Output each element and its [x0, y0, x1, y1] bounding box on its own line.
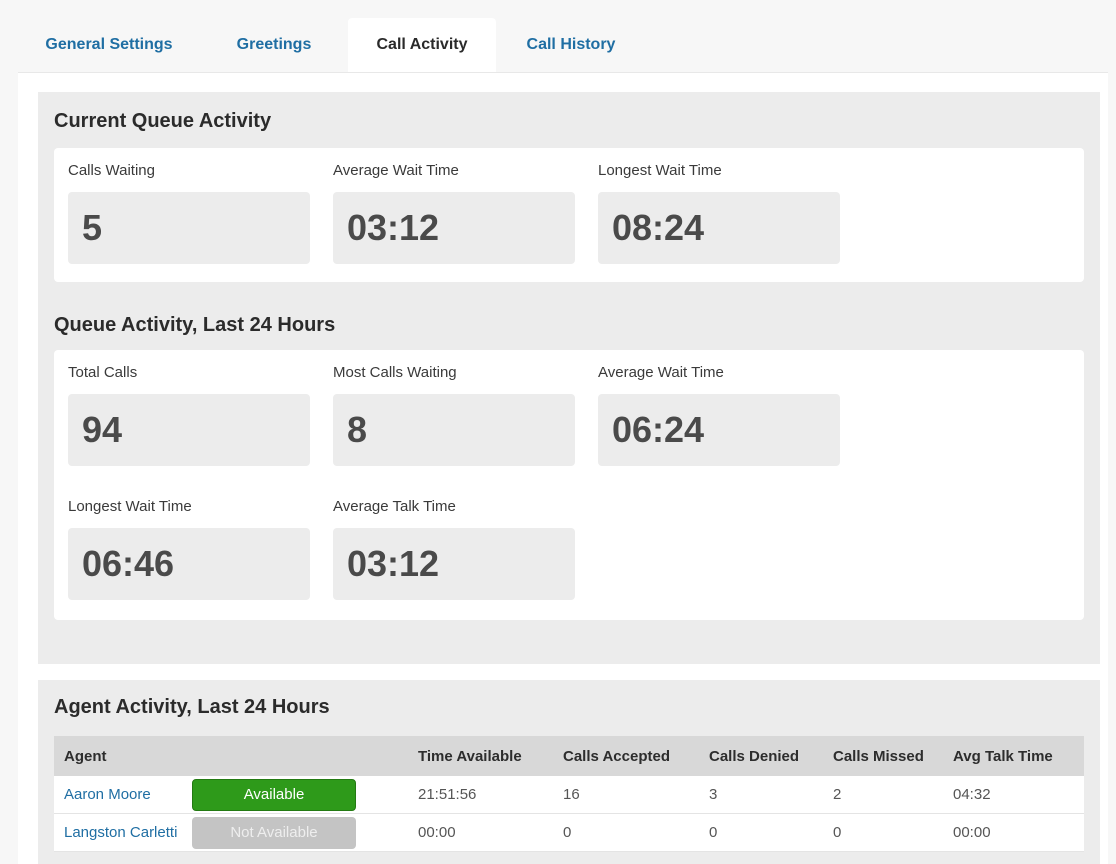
- metric-label: Average Talk Time: [333, 498, 456, 515]
- agent-table: Agent Time Available Calls Accepted Call…: [54, 736, 1084, 852]
- metric-value: 06:46: [68, 528, 310, 600]
- table-row: Aaron Moore Available 21:51:56 16 3 2 04…: [54, 776, 1084, 814]
- avg-talk-time-cell: 04:32: [953, 786, 991, 803]
- status-badge[interactable]: Available: [192, 778, 356, 811]
- time-available-cell: 00:00: [418, 824, 456, 841]
- status-cell: Available: [192, 778, 418, 811]
- metric-label: Longest Wait Time: [68, 498, 192, 515]
- tab-general-settings[interactable]: General Settings: [18, 18, 200, 72]
- current-queue-card: Calls Waiting 5 Average Wait Time 03:12 …: [54, 148, 1084, 282]
- status-cell: Not Available: [192, 816, 418, 849]
- metric-value: 06:24: [598, 394, 840, 466]
- metric-value: 5: [68, 192, 310, 264]
- metric-value: 8: [333, 394, 575, 466]
- calls-missed-cell: 2: [833, 786, 842, 803]
- header-calls-denied: Calls Denied: [709, 747, 800, 765]
- metric-label: Calls Waiting: [68, 162, 155, 179]
- tab-greetings[interactable]: Greetings: [200, 18, 348, 72]
- queue-24h-title: Queue Activity, Last 24 Hours: [54, 314, 336, 336]
- metric-average-wait-time-24h: Average Wait Time 06:24: [598, 364, 840, 466]
- calls-accepted-cell: 0: [563, 824, 572, 841]
- calls-missed-cell: 0: [833, 824, 842, 841]
- calls-accepted-cell: 16: [563, 786, 580, 803]
- agent-activity-title: Agent Activity, Last 24 Hours: [54, 696, 330, 718]
- calls-denied-cell: 0: [709, 824, 718, 841]
- metric-label: Longest Wait Time: [598, 162, 722, 179]
- header-agent: Agent: [64, 747, 107, 765]
- current-queue-title: Current Queue Activity: [54, 110, 272, 132]
- table-row: Langston Carletti Not Available 00:00 0 …: [54, 814, 1084, 852]
- metric-longest-wait-time: Longest Wait Time 08:24: [598, 162, 840, 264]
- avg-talk-time-cell: 00:00: [953, 824, 991, 841]
- queue-24h-card: Total Calls 94 Most Calls Waiting 8 Aver…: [54, 350, 1084, 620]
- tab-bar: General Settings Greetings Call Activity…: [18, 18, 1108, 72]
- metric-total-calls: Total Calls 94: [68, 364, 310, 466]
- tab-call-history[interactable]: Call History: [496, 18, 646, 72]
- time-available-cell: 21:51:56: [418, 786, 477, 803]
- metric-most-calls-waiting: Most Calls Waiting 8: [333, 364, 575, 466]
- agent-table-header: Agent Time Available Calls Accepted Call…: [54, 736, 1084, 776]
- header-avg-talk-time: Avg Talk Time: [953, 747, 1053, 765]
- metric-label: Average Wait Time: [333, 162, 459, 179]
- calls-denied-cell: 3: [709, 786, 718, 803]
- metric-value: 08:24: [598, 192, 840, 264]
- agent-name-link[interactable]: Langston Carletti: [54, 824, 192, 841]
- metric-average-wait-time: Average Wait Time 03:12: [333, 162, 575, 264]
- header-time-available: Time Available: [418, 747, 522, 765]
- metric-calls-waiting: Calls Waiting 5: [68, 162, 310, 264]
- header-calls-accepted: Calls Accepted: [563, 747, 670, 765]
- metric-label: Total Calls: [68, 364, 138, 381]
- status-badge[interactable]: Not Available: [192, 816, 356, 849]
- agent-activity-section: Agent Activity, Last 24 Hours Agent Time…: [38, 680, 1100, 864]
- metric-value: 03:12: [333, 192, 575, 264]
- metric-value: 94: [68, 394, 310, 466]
- queue-activity-section: Current Queue Activity Calls Waiting 5 A…: [38, 92, 1100, 664]
- metric-label: Most Calls Waiting: [333, 364, 457, 381]
- metric-average-talk-time: Average Talk Time 03:12: [333, 498, 575, 600]
- metric-label: Average Wait Time: [598, 364, 724, 381]
- header-calls-missed: Calls Missed: [833, 747, 924, 765]
- metric-longest-wait-time-24h: Longest Wait Time 06:46: [68, 498, 310, 600]
- metric-value: 03:12: [333, 528, 575, 600]
- tab-call-activity[interactable]: Call Activity: [348, 18, 496, 72]
- agent-name-link[interactable]: Aaron Moore: [54, 786, 192, 803]
